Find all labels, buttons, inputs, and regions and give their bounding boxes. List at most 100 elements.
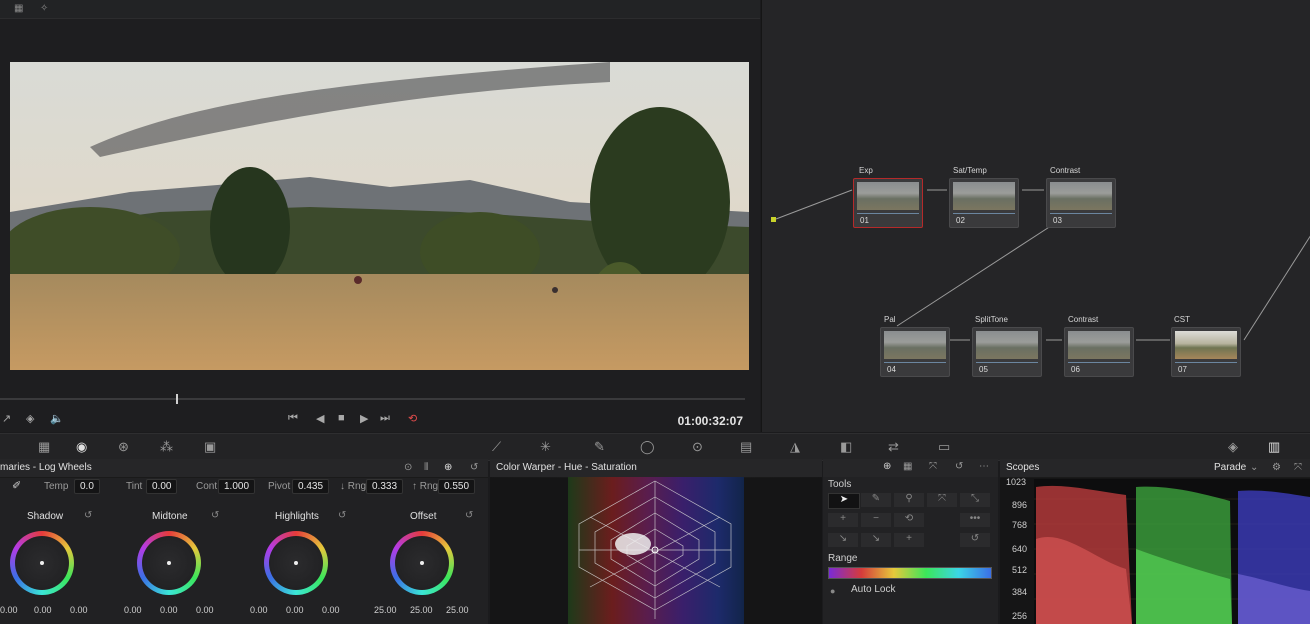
add-point-icon[interactable]: + — [828, 513, 858, 527]
grid-icon[interactable]: ▦ — [38, 439, 50, 455]
skip-end-button[interactable]: ⏭ — [380, 412, 390, 425]
more-options-icon[interactable]: ⋯ — [979, 461, 989, 472]
tools-header: ⊕ ▦ ⤧ ↺ ⋯ — [823, 459, 998, 478]
contrast-field[interactable]: 1.000 — [218, 479, 256, 494]
node-label: Sat/Temp — [953, 166, 987, 175]
highlights-value[interactable]: 0.00 — [286, 605, 304, 615]
reset-icon[interactable]: ↺ — [84, 510, 92, 521]
sizing-icon[interactable]: ⇄ — [888, 439, 899, 455]
highlights-value[interactable]: 0.00 — [250, 605, 268, 615]
reset-icon[interactable]: ↺ — [470, 462, 478, 473]
node-thumbnail — [976, 331, 1038, 359]
select-tool-icon[interactable]: ➤ — [828, 493, 860, 509]
highlights-value[interactable]: 0.00 — [322, 605, 340, 615]
scopes-icon[interactable]: ▥ — [1268, 439, 1280, 455]
offset-value[interactable]: 25.00 — [446, 605, 469, 615]
playhead[interactable] — [176, 394, 178, 404]
tools-title: Tools — [828, 479, 852, 490]
node-03[interactable]: 03 — [1046, 178, 1116, 228]
auto-lock-toggle[interactable]: Auto Lock — [851, 584, 895, 595]
lightbox-icon[interactable]: ◈ — [1228, 439, 1238, 455]
grid-icon[interactable]: ▦ — [14, 3, 23, 14]
node-04[interactable]: 04 — [880, 327, 950, 377]
arrow-tool-icon[interactable]: ↘ — [861, 533, 891, 547]
midtone-wheel-handle[interactable] — [167, 561, 171, 565]
midtone-value[interactable]: 0.00 — [160, 605, 178, 615]
hdr-icon[interactable]: ⊛ — [118, 439, 129, 455]
node-07[interactable]: 07 — [1171, 327, 1241, 377]
rotate-tool-icon[interactable]: ⟲ — [894, 513, 924, 527]
blur-icon[interactable]: ◮ — [790, 439, 800, 455]
expand-icon[interactable]: ⤧ — [1294, 462, 1302, 473]
warper-globe-icon[interactable]: ⊕ — [883, 461, 891, 472]
timeline-scrubber[interactable] — [0, 398, 745, 400]
node-01[interactable]: 01 — [853, 178, 923, 228]
expand-tool-icon[interactable]: ⤧ — [927, 493, 957, 507]
undo-icon[interactable]: ↺ — [960, 533, 990, 547]
node-05[interactable]: 05 — [972, 327, 1042, 377]
reset-icon[interactable]: ↺ — [465, 510, 473, 521]
play-button[interactable]: ▶ — [360, 412, 368, 425]
picker-icon[interactable]: ✐ — [12, 479, 21, 492]
magic-wand-icon[interactable]: ✧ — [40, 3, 48, 14]
qualifier-icon[interactable]: ✎ — [594, 439, 605, 455]
remove-point-icon[interactable]: − — [861, 513, 891, 527]
expand-icon[interactable]: ⤧ — [929, 461, 937, 472]
pen-tool-icon[interactable]: ✎ — [861, 493, 891, 507]
magic-mask-icon[interactable]: ▤ — [740, 439, 752, 455]
bars-icon[interactable]: ⦀ — [424, 462, 428, 473]
midtone-value[interactable]: 0.00 — [196, 605, 214, 615]
midtone-value[interactable]: 0.00 — [124, 605, 142, 615]
chevron-down-icon[interactable]: ⌄ — [1250, 462, 1258, 473]
loop-button[interactable]: ⟲ — [408, 412, 417, 425]
grid-icon[interactable]: ▦ — [903, 461, 912, 472]
layers-icon[interactable]: ◈ — [26, 412, 34, 425]
midtone-label: Midtone — [152, 511, 188, 522]
range-slider[interactable] — [828, 567, 992, 579]
move-tool-icon[interactable]: + — [894, 533, 924, 547]
log-mode-icon[interactable]: ⊕ — [444, 462, 452, 473]
pivot-field[interactable]: 0.435 — [292, 479, 330, 494]
offset-value[interactable]: 25.00 — [374, 605, 397, 615]
node-label: SplitTone — [975, 315, 1008, 324]
reset-icon[interactable]: ↺ — [955, 461, 963, 472]
3d-icon[interactable]: ▭ — [938, 439, 950, 455]
curves-icon[interactable]: ⟋ — [492, 439, 501, 455]
window-icon[interactable]: ◯ — [640, 439, 655, 455]
more-tools-icon[interactable]: ••• — [960, 513, 990, 527]
key-icon[interactable]: ◧ — [840, 439, 852, 455]
pointer-icon[interactable]: ↗ — [2, 412, 11, 425]
rgb-mixer-icon[interactable]: ⁂ — [160, 439, 173, 455]
speaker-icon[interactable]: 🔈 — [50, 412, 64, 425]
node-06[interactable]: 06 — [1064, 327, 1134, 377]
settings-icon[interactable]: ⚙ — [1272, 462, 1281, 473]
reset-icon[interactable]: ↺ — [211, 510, 219, 521]
high-range-field[interactable]: 0.550 — [438, 479, 476, 494]
pin-tool-icon[interactable]: ⚲ — [894, 493, 924, 507]
settings-icon[interactable]: ⊙ — [404, 462, 412, 473]
temp-field[interactable]: 0.0 — [74, 479, 100, 494]
shrink-tool-icon[interactable]: ⤡ — [960, 493, 990, 507]
shadow-value[interactable]: 0.00 — [34, 605, 52, 615]
offset-value[interactable]: 25.00 — [410, 605, 433, 615]
motion-effects-icon[interactable]: ▣ — [204, 439, 216, 455]
color-wheels-icon[interactable]: ◉ — [76, 439, 87, 455]
shadow-wheel-handle[interactable] — [40, 561, 44, 565]
shadow-value[interactable]: 0.00 — [0, 605, 18, 615]
offset-wheel-handle[interactable] — [420, 561, 424, 565]
skip-start-button[interactable]: ⏮ — [288, 412, 298, 425]
stop-button[interactable]: ■ — [338, 412, 345, 424]
color-warper-icon[interactable]: ✳ — [540, 439, 551, 455]
low-range-field[interactable]: 0.333 — [366, 479, 404, 494]
bullet-icon: ● — [830, 586, 836, 596]
scope-mode-select[interactable]: Parade — [1214, 462, 1246, 473]
source-port[interactable] — [771, 217, 776, 222]
tracker-icon[interactable]: ⊙ — [692, 439, 703, 455]
tint-field[interactable]: 0.00 — [146, 479, 178, 494]
highlights-wheel-handle[interactable] — [294, 561, 298, 565]
reset-icon[interactable]: ↺ — [338, 510, 346, 521]
play-reverse-button[interactable]: ◀ — [316, 412, 324, 425]
shadow-value[interactable]: 0.00 — [70, 605, 88, 615]
arrow-tool-icon[interactable]: ↘ — [828, 533, 858, 547]
node-02[interactable]: 02 — [949, 178, 1019, 228]
